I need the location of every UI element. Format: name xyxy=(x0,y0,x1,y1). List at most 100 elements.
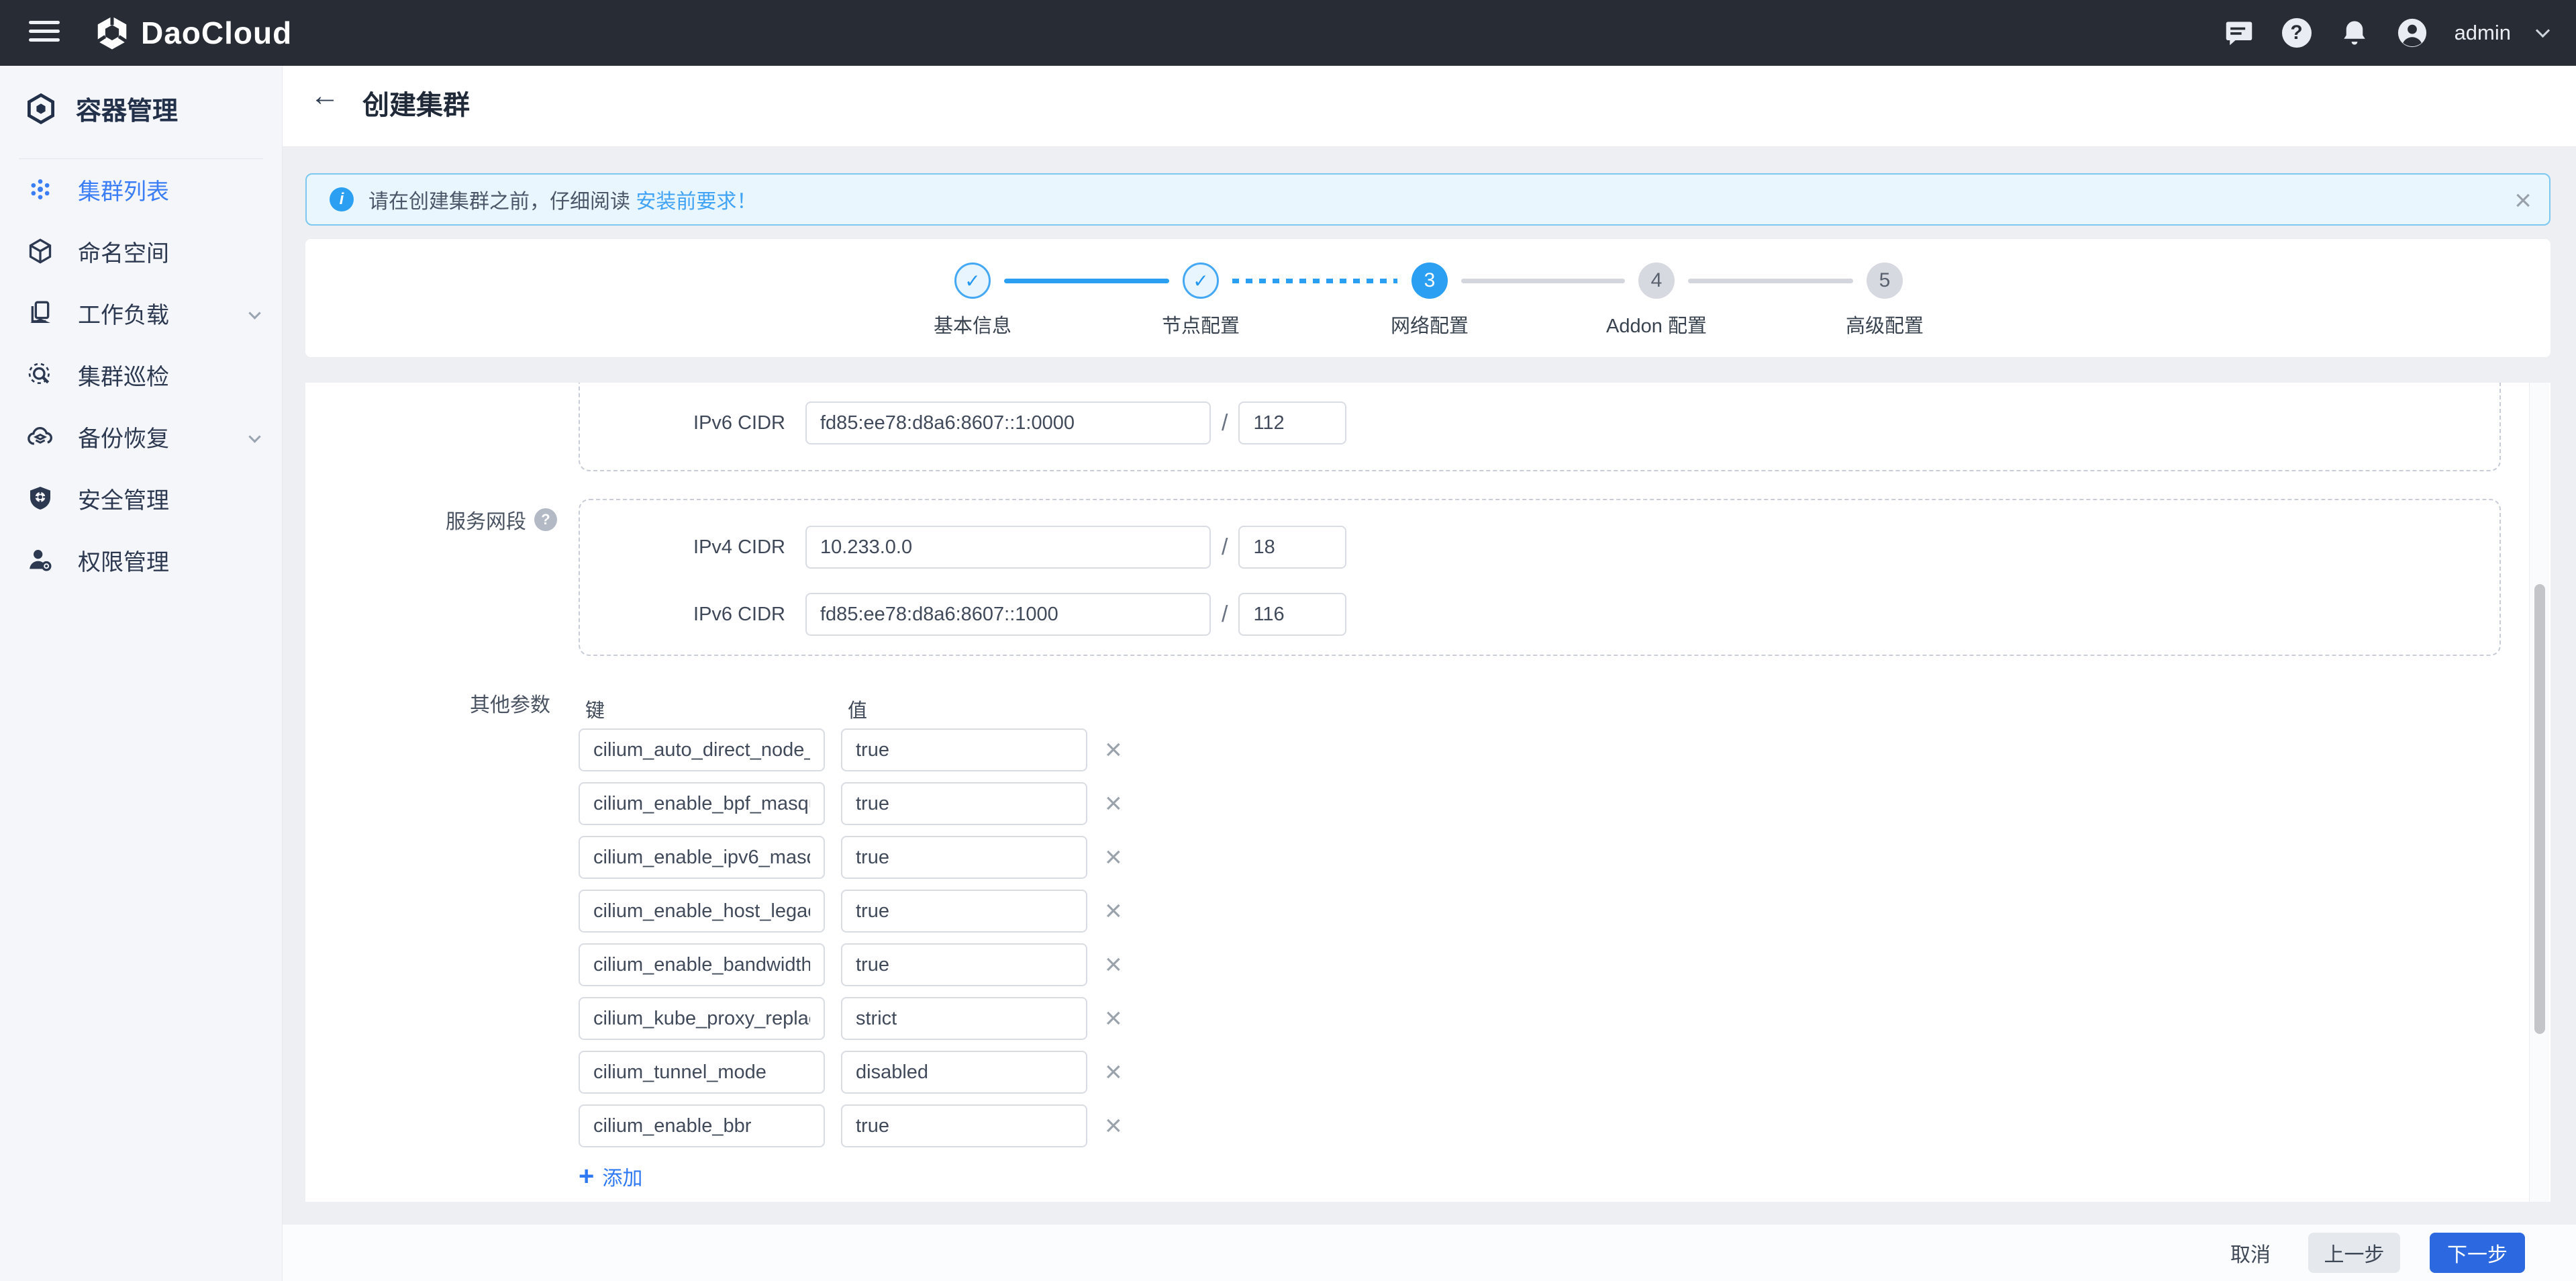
param-value-input[interactable] xyxy=(841,997,1087,1040)
param-key-input[interactable] xyxy=(579,943,825,986)
param-key-input[interactable] xyxy=(579,997,825,1040)
inspection-magnifier-icon xyxy=(27,361,54,388)
sidebar-item-workload[interactable]: 工作负载 xyxy=(0,293,282,333)
key-column-header: 键 xyxy=(585,695,605,723)
next-step-button[interactable]: 下一步 xyxy=(2430,1233,2525,1273)
sidebar-item-cluster-list[interactable]: 集群列表 xyxy=(0,169,282,209)
param-key-input[interactable] xyxy=(579,890,825,933)
service-network-label: 服务网段 ? xyxy=(305,505,557,534)
sidebar-item-security[interactable]: 安全管理 xyxy=(0,478,282,518)
sidebar-nav: 容器管理 集群列表 命名空间 xyxy=(0,66,283,1281)
content-scrollbar-track[interactable] xyxy=(2529,383,2549,1202)
sidebar-item-label: 安全管理 xyxy=(78,482,169,515)
param-value-input[interactable] xyxy=(841,836,1087,879)
content-scrollbar-thumb[interactable] xyxy=(2534,584,2545,1034)
previous-step-button[interactable]: 上一步 xyxy=(2308,1233,2400,1273)
permission-user-gear-icon xyxy=(27,547,54,573)
namespace-cube-icon xyxy=(27,238,54,265)
help-icon[interactable]: ? xyxy=(2281,17,2312,48)
info-icon: i xyxy=(330,187,354,211)
param-row: × xyxy=(579,1104,1122,1147)
sidebar-item-permission[interactable]: 权限管理 xyxy=(0,540,282,580)
module-title: 容器管理 xyxy=(76,90,178,127)
param-row: × xyxy=(579,836,1122,879)
bell-icon[interactable] xyxy=(2339,17,2370,48)
username-label[interactable]: admin xyxy=(2455,21,2511,45)
sidebar-item-label: 命名空间 xyxy=(78,235,169,268)
step-4-label: Addon 配置 xyxy=(1556,310,1757,338)
service-ipv4-cidr-input[interactable] xyxy=(805,526,1211,569)
param-value-input[interactable] xyxy=(841,728,1087,771)
sidebar-item-namespace[interactable]: 命名空间 xyxy=(0,231,282,271)
remove-row-icon[interactable]: × xyxy=(1105,1111,1122,1141)
step-2-circle[interactable]: ✓ xyxy=(1183,263,1219,299)
hamburger-menu-icon[interactable] xyxy=(29,21,60,45)
security-shield-icon xyxy=(27,485,54,512)
param-value-input[interactable] xyxy=(841,1051,1087,1094)
cidr-separator: / xyxy=(1222,410,1228,436)
param-row: × xyxy=(579,997,1122,1040)
backup-cloud-icon xyxy=(27,423,54,450)
param-row: × xyxy=(579,782,1122,825)
param-value-input[interactable] xyxy=(841,782,1087,825)
back-arrow-icon[interactable]: ← xyxy=(310,79,340,113)
module-header: 容器管理 xyxy=(25,90,178,127)
service-ipv4-prefix-input[interactable] xyxy=(1238,526,1346,569)
help-question-icon[interactable]: ? xyxy=(534,508,557,531)
param-key-input[interactable] xyxy=(579,836,825,879)
service-ipv6-cidr-row: IPv6 CIDR / xyxy=(584,593,1346,636)
remove-row-icon[interactable]: × xyxy=(1105,843,1122,872)
pod-ipv6-cidr-input[interactable] xyxy=(805,401,1211,444)
workload-layers-icon xyxy=(27,299,54,326)
banner-close-icon[interactable]: × xyxy=(2514,184,2532,218)
step-5-circle[interactable]: 5 xyxy=(1867,263,1903,299)
param-value-input[interactable] xyxy=(841,890,1087,933)
daocloud-cube-icon xyxy=(94,15,130,51)
remove-row-icon[interactable]: × xyxy=(1105,1004,1122,1033)
install-requirements-link[interactable]: 安装前要求！ xyxy=(636,191,756,213)
sidebar-item-backup-restore[interactable]: 备份恢复 xyxy=(0,416,282,457)
step-5-label: 高级配置 xyxy=(1784,310,1985,338)
stepper-connector-pending xyxy=(1461,279,1625,283)
add-param-button[interactable]: + 添加 xyxy=(579,1161,642,1191)
remove-row-icon[interactable]: × xyxy=(1105,1057,1122,1087)
remove-row-icon[interactable]: × xyxy=(1105,789,1122,818)
avatar[interactable] xyxy=(2397,17,2428,48)
sidebar-item-label: 集群列表 xyxy=(78,173,169,206)
step-4-circle[interactable]: 4 xyxy=(1638,263,1675,299)
step-3-circle[interactable]: 3 xyxy=(1411,263,1448,299)
chat-icon[interactable] xyxy=(2224,17,2255,48)
top-app-bar: DaoCloud ? admin xyxy=(0,0,2576,66)
other-params-label: 其他参数 xyxy=(305,688,550,718)
remove-row-icon[interactable]: × xyxy=(1105,896,1122,926)
remove-row-icon[interactable]: × xyxy=(1105,735,1122,765)
param-key-input[interactable] xyxy=(579,1104,825,1147)
service-ipv6-cidr-input[interactable] xyxy=(805,593,1211,636)
field-label: IPv6 CIDR xyxy=(584,412,785,434)
param-key-input[interactable] xyxy=(579,728,825,771)
banner-text: 请在创建集群之前，仔细阅读 安装前要求！ xyxy=(368,185,756,214)
chevron-down-icon[interactable] xyxy=(248,430,260,442)
pod-ipv6-prefix-input[interactable] xyxy=(1238,401,1346,444)
cancel-button[interactable]: 取消 xyxy=(2230,1238,2271,1268)
service-ipv6-prefix-input[interactable] xyxy=(1238,593,1346,636)
sidebar-item-label: 工作负载 xyxy=(78,297,169,330)
param-row: × xyxy=(579,728,1122,771)
param-value-input[interactable] xyxy=(841,1104,1087,1147)
value-column-header: 值 xyxy=(848,695,867,723)
stepper-connector-pending xyxy=(1688,279,1853,283)
remove-row-icon[interactable]: × xyxy=(1105,950,1122,980)
param-key-input[interactable] xyxy=(579,782,825,825)
user-menu-chevron-down-icon[interactable] xyxy=(2536,23,2550,37)
chevron-down-icon[interactable] xyxy=(248,307,260,319)
page-title: 创建集群 xyxy=(362,83,470,122)
sidebar-item-cluster-inspection[interactable]: 集群巡检 xyxy=(0,354,282,395)
info-banner: i 请在创建集群之前，仔细阅读 安装前要求！ × xyxy=(305,173,2550,226)
step-1-circle[interactable]: ✓ xyxy=(954,263,991,299)
param-value-input[interactable] xyxy=(841,943,1087,986)
param-row: × xyxy=(579,890,1122,933)
stepper-connector-dotted xyxy=(1232,279,1397,283)
page-title-bar xyxy=(283,66,2576,146)
container-management-icon xyxy=(25,93,57,125)
param-key-input[interactable] xyxy=(579,1051,825,1094)
